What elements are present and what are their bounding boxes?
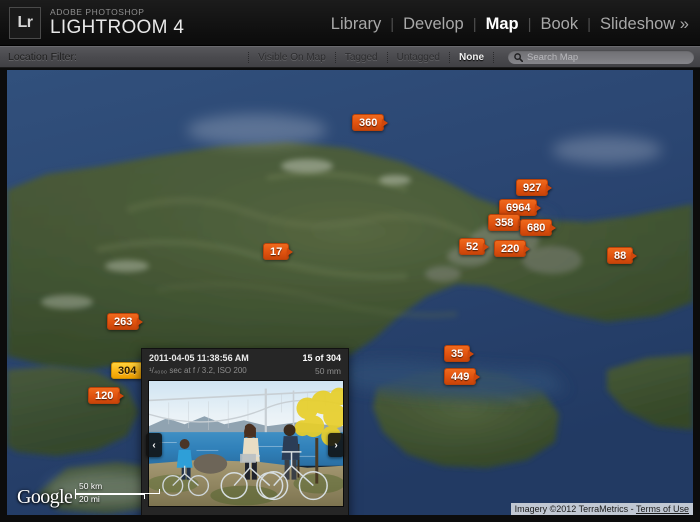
brand-title: LIGHTROOM 4 [50,17,185,39]
location-filter-options: Visible On Map Tagged Untagged None [242,50,700,64]
search-map-field[interactable] [508,50,694,64]
previous-photo-button[interactable]: ‹ [146,433,162,457]
module-map[interactable]: Map [477,15,528,34]
map-marker[interactable]: 927 [516,179,549,196]
photo-metadata-left: 2011-04-05 11:38:56 AM ¹/₄₀₀₀ sec at f /… [149,353,249,377]
satellite-map-image[interactable] [7,70,693,515]
filter-divider [449,51,450,63]
map-marker[interactable]: 52 [459,238,486,255]
lightroom-logo-icon: Lr [9,6,41,39]
brand-superscript: ADOBE PHOTOSHOP [50,6,145,17]
map-marker[interactable]: 263 [107,313,140,330]
google-logo: Google [17,486,73,508]
photo-index-count: 15 of 304 [302,353,341,363]
filter-tagged[interactable]: Tagged [342,52,381,63]
attribution-text: Imagery ©2012 TerraMetrics - [514,504,636,514]
filter-untagged[interactable]: Untagged [394,52,443,63]
photo-capture-date: 2011-04-05 11:38:56 AM [149,353,249,363]
location-filter-bar: Location Filter: Visible On Map Tagged U… [0,46,700,68]
photo-metadata-right: 15 of 304 50 mm [302,353,341,377]
photo-focal-length: 50 mm [315,366,341,377]
photo-popup[interactable]: 2011-04-05 11:38:56 AM ¹/₄₀₀₀ sec at f /… [141,348,349,515]
identity-plate[interactable]: Lr ADOBE PHOTOSHOP LIGHTROOM 4 [0,6,184,39]
map-attribution: Imagery ©2012 TerraMetrics - Terms of Us… [510,503,693,515]
map-canvas-container[interactable]: 360 17 927 6964 358 680 52 220 88 263 304 120 35 449 … [7,70,693,515]
brand-text: ADOBE PHOTOSHOP LIGHTROOM 4 [50,8,184,38]
search-input[interactable] [527,51,677,63]
search-icon [514,52,524,62]
module-library[interactable]: Library [322,15,390,34]
filter-none[interactable]: None [456,52,487,63]
map-marker[interactable]: 88 [607,247,634,264]
map-marker[interactable]: 680 [520,219,553,236]
identity-plate-bar: Lr ADOBE PHOTOSHOP LIGHTROOM 4 Library |… [0,0,700,46]
scale-km-label: 50 km [79,481,103,491]
filter-divider [334,51,336,63]
lightroom-window: Lr ADOBE PHOTOSHOP LIGHTROOM 4 Library |… [0,0,700,522]
module-book[interactable]: Book [532,15,588,34]
module-picker: Library | Develop | Map | Book | Slidesh… [322,11,700,34]
map-marker[interactable]: 120 [88,387,121,404]
photo-popup-header: 2011-04-05 11:38:56 AM ¹/₄₀₀₀ sec at f /… [142,349,348,377]
map-marker[interactable]: 449 [444,368,477,385]
map-marker[interactable]: 304 [111,362,144,379]
module-develop[interactable]: Develop [394,15,473,34]
location-filter-label: Location Filter: [8,51,77,63]
terms-of-use-link[interactable]: Terms of Use [636,504,689,514]
filter-divider [493,51,494,63]
map-marker[interactable]: 17 [263,243,290,260]
scale-mi-row: 20 mi [75,494,160,507]
module-slideshow[interactable]: Slideshow » [591,15,698,34]
map-scale-bar: 50 km 20 mi [75,481,160,509]
filter-divider [248,51,250,63]
photo-thumbnail[interactable] [148,380,344,507]
filter-divider [386,51,388,63]
next-photo-button[interactable]: › [328,433,344,457]
scale-km-row: 50 km [75,481,160,494]
filter-visible-on-map[interactable]: Visible On Map [255,52,329,63]
scale-mi-label: 20 mi [79,494,100,504]
map-marker[interactable]: 220 [494,240,527,257]
map-marker[interactable]: 360 [352,114,385,131]
map-marker[interactable]: 35 [444,345,471,362]
photo-exposure-info: ¹/₄₀₀₀ sec at f / 3.2, ISO 200 [149,366,247,376]
map-marker[interactable]: 358 [488,214,521,231]
